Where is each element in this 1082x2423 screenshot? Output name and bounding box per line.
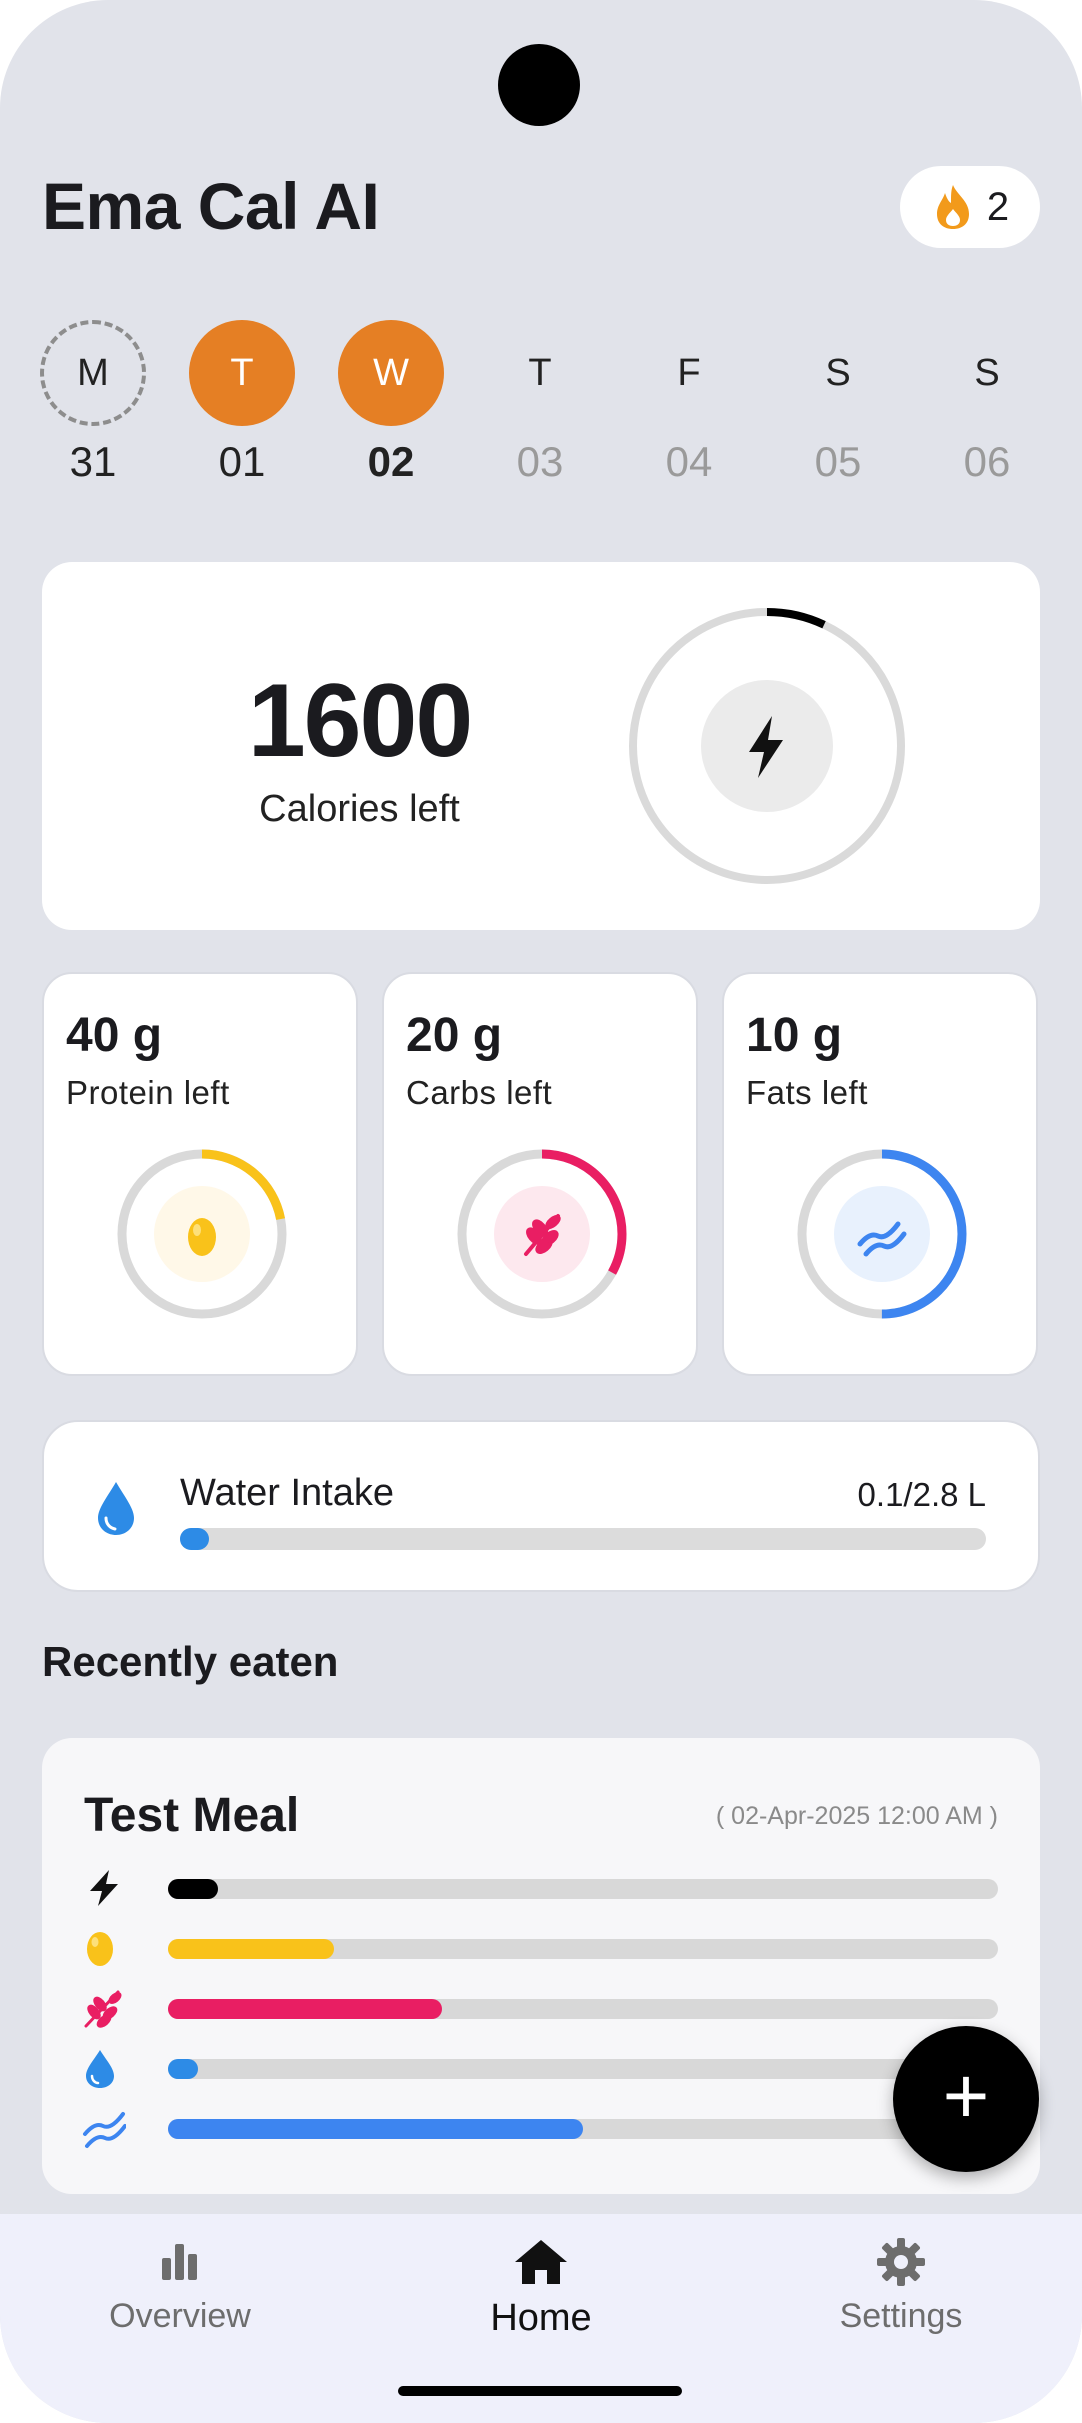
meal-nutrient-row — [82, 1926, 1002, 1970]
calories-value: 1600 — [247, 663, 473, 779]
fats-ring — [797, 1149, 967, 1319]
nutrient-fill — [168, 1999, 442, 2019]
nutrient-track — [168, 1999, 998, 2019]
meal-nutrient-row — [82, 2106, 1002, 2150]
day-letter: T — [528, 351, 552, 394]
meal-card[interactable]: Test Meal ( 02-Apr-2025 12:00 AM ) — [42, 1738, 1040, 2194]
nav-home[interactable]: Home — [411, 2234, 671, 2340]
nav-settings-label: Settings — [839, 2297, 963, 2335]
day-item[interactable]: T 03 — [487, 320, 593, 486]
calories-card[interactable]: 1600 Calories left — [42, 562, 1040, 930]
day-item[interactable]: S 05 — [785, 320, 891, 486]
app-title: Ema Cal AI — [42, 169, 380, 243]
calories-label: Calories left — [259, 788, 460, 830]
calories-ring — [629, 608, 905, 884]
protein-label: Protein left — [66, 1074, 230, 1111]
meal-nutrient-row — [82, 2046, 1002, 2090]
water-drop-icon — [86, 2050, 114, 2088]
meal-name: Test Meal — [84, 1789, 300, 1842]
water-progress-fill — [180, 1528, 210, 1550]
water-value: 0.1/2.8 L — [857, 1476, 986, 1513]
add-button[interactable]: + — [893, 2026, 1039, 2172]
fats-label: Fats left — [746, 1074, 868, 1111]
day-item[interactable]: M 31 — [40, 320, 146, 486]
day-item[interactable]: T 01 — [189, 320, 295, 486]
meal-datetime: ( 02-Apr-2025 12:00 AM ) — [715, 1802, 998, 1830]
camera-cutout — [498, 44, 580, 126]
day-item[interactable]: F 04 — [636, 320, 742, 486]
day-letter: S — [974, 351, 1000, 394]
egg-icon — [87, 1932, 113, 1966]
nutrient-fill — [168, 2059, 198, 2079]
week-strip: M 31 T 01 W 02 T 03 F 04 S 05 S 06 — [40, 320, 1042, 490]
water-label: Water Intake — [180, 1472, 395, 1514]
water-progress-track — [180, 1528, 986, 1550]
day-date: 05 — [814, 438, 862, 485]
day-letter: S — [825, 351, 851, 394]
gear-icon — [877, 2238, 925, 2286]
home-icon — [515, 2240, 567, 2284]
meal-nutrient-row — [82, 1986, 1002, 2030]
nav-settings[interactable]: Settings — [771, 2234, 1031, 2336]
nutrient-track — [168, 1879, 998, 1899]
phone-screen: Ema Cal AI 2 M 31 T 01 W 02 T 03 F 04 S 05 S 06… — [0, 0, 1082, 2423]
meal-nutrient-row — [82, 1866, 1002, 1910]
day-date: 04 — [665, 438, 713, 485]
nutrient-track — [168, 2059, 998, 2079]
day-date: 03 — [516, 438, 564, 485]
day-item-selected[interactable]: W 02 — [338, 320, 444, 486]
water-intake-card[interactable]: Water Intake 0.1/2.8 L — [42, 1420, 1040, 1592]
carbs-label: Carbs left — [406, 1074, 553, 1111]
lightning-icon — [90, 1870, 118, 1906]
water-drop-icon — [98, 1482, 134, 1535]
nutrient-track — [168, 2119, 998, 2139]
nutrient-fill — [168, 2119, 583, 2139]
fats-amount: 10 g — [746, 1009, 843, 1062]
bar-chart-icon — [162, 2244, 197, 2280]
nav-overview-label: Overview — [109, 2297, 251, 2335]
nav-overview[interactable]: Overview — [50, 2234, 310, 2336]
day-letter: T — [189, 320, 295, 426]
nutrient-track — [168, 1939, 998, 1959]
wheat-icon — [84, 1990, 122, 2028]
egg-icon — [188, 1218, 216, 1256]
carbs-amount: 20 g — [406, 1009, 503, 1062]
streak-badge[interactable]: 2 — [900, 166, 1040, 248]
day-letter: F — [677, 351, 701, 394]
recently-eaten-heading: Recently eaten — [42, 1638, 339, 1685]
day-date: 31 — [69, 438, 117, 485]
day-letter: W — [338, 320, 444, 426]
day-item[interactable]: S 06 — [934, 320, 1040, 486]
protein-card[interactable]: 40 g Protein left — [42, 972, 358, 1376]
flame-icon — [936, 185, 969, 229]
nutrient-fill — [168, 1939, 334, 1959]
day-date: 06 — [963, 438, 1011, 485]
nutrient-fill — [168, 1879, 218, 1899]
plus-icon: + — [942, 2051, 990, 2140]
bacon-icon — [83, 2112, 126, 2148]
carbs-card[interactable]: 20 g Carbs left — [382, 972, 698, 1376]
streak-count: 2 — [986, 184, 1010, 229]
carbs-ring — [457, 1149, 627, 1319]
day-letter: M — [40, 320, 146, 426]
nav-home-label: Home — [490, 2297, 592, 2339]
protein-ring — [117, 1149, 287, 1319]
day-date: 01 — [218, 438, 266, 485]
home-indicator — [398, 2386, 682, 2396]
day-date: 02 — [367, 438, 415, 485]
fats-card[interactable]: 10 g Fats left — [722, 972, 1038, 1376]
protein-amount: 40 g — [66, 1009, 163, 1062]
